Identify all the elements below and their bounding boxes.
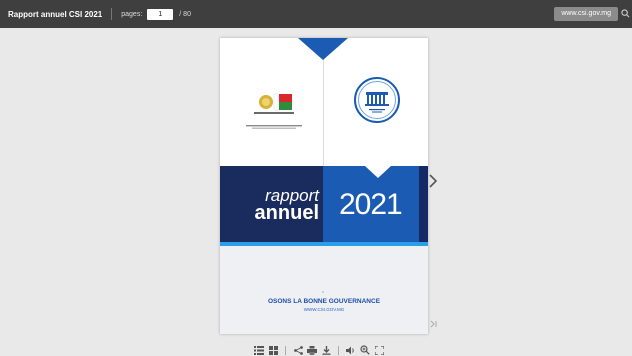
last-page-icon[interactable] xyxy=(430,320,438,328)
document-title: Rapport annuel CSI 2021 xyxy=(8,9,103,19)
toolbar-divider xyxy=(338,345,339,355)
cover-bottom-area xyxy=(220,246,428,334)
ministry-text-graphic xyxy=(246,125,302,129)
site-link-button[interactable]: www.csi.gov.mg xyxy=(554,7,618,21)
zoom-in-icon[interactable] xyxy=(360,345,370,355)
download-icon[interactable] xyxy=(321,345,331,355)
cover-website: WWW.CSI.GOV.MG xyxy=(303,307,345,312)
list-icon[interactable] xyxy=(254,345,264,355)
page-number-input[interactable]: 1 xyxy=(147,8,174,20)
pages-label: pages: xyxy=(121,10,143,18)
top-triangle-decoration xyxy=(298,38,348,60)
top-toolbar: Rapport annuel CSI 2021 pages: 1 / 80 ww… xyxy=(0,0,632,28)
share-icon[interactable] xyxy=(293,345,303,355)
toolbar-divider xyxy=(285,345,286,355)
cover-page[interactable]: rapport annuel 2021 OSONS LA BONNE GOUVE… xyxy=(220,38,428,334)
fold-dot xyxy=(322,291,324,293)
speaker-icon[interactable] xyxy=(346,345,356,355)
document-viewer: rapport annuel 2021 OSONS LA BONNE GOUVE… xyxy=(0,28,632,356)
fullscreen-icon[interactable] xyxy=(374,345,384,355)
search-icon[interactable] xyxy=(621,9,630,18)
csi-emblem-logo xyxy=(354,77,400,123)
band-notch-decoration xyxy=(365,166,391,178)
government-emblem-logo xyxy=(254,93,294,114)
title-band-left: rapport annuel xyxy=(220,166,323,242)
toolbar-divider xyxy=(111,8,113,20)
page-total: / 80 xyxy=(179,10,191,18)
grid-icon[interactable] xyxy=(268,345,278,355)
cover-title-annuel: annuel xyxy=(254,202,319,224)
cover-year: 2021 xyxy=(339,188,403,221)
print-icon[interactable] xyxy=(307,345,317,355)
cover-slogan: OSONS LA BONNE GOUVERNANCE xyxy=(267,298,381,305)
bottom-toolbar xyxy=(254,344,388,356)
chevron-right-icon[interactable] xyxy=(428,174,438,188)
